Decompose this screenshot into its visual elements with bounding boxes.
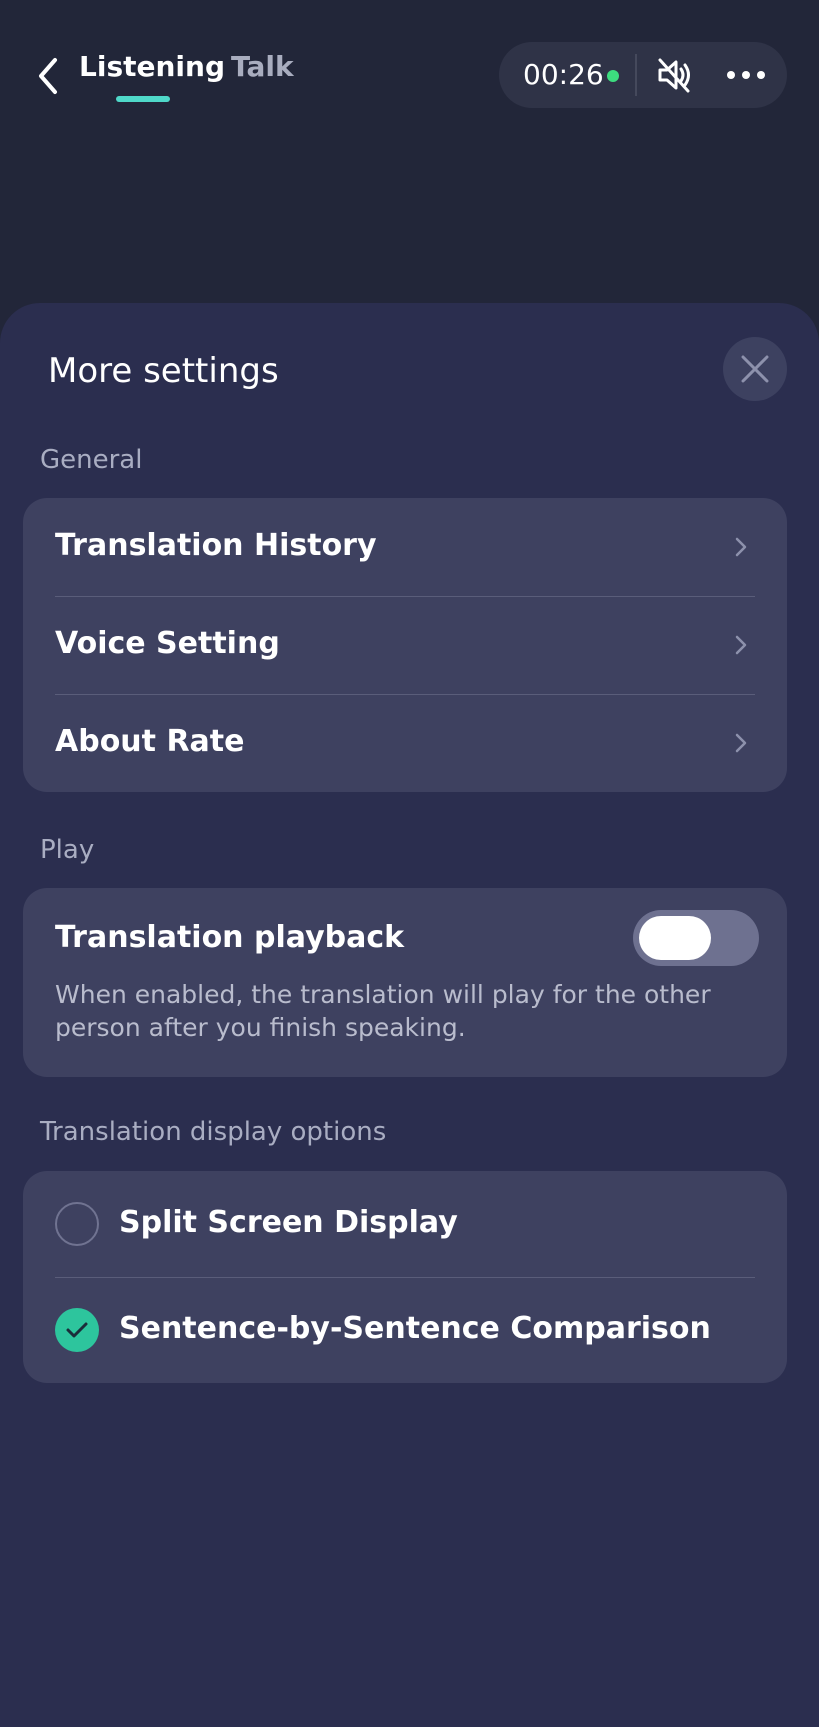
call-timer: 00:26 (523, 58, 604, 91)
row-label: Translation History (55, 528, 377, 563)
translation-playback-toggle[interactable] (633, 910, 759, 966)
more-settings-sheet: More settings General Translation Histor… (0, 303, 819, 1727)
close-icon (741, 355, 769, 383)
sentence-comparison-option[interactable]: Sentence-by-Sentence Comparison (23, 1277, 787, 1383)
speaker-muted-icon (658, 58, 690, 93)
active-tab-indicator (116, 96, 170, 102)
chevron-right-icon (735, 733, 747, 753)
section-label-play: Play (40, 835, 95, 865)
about-rate-item[interactable]: About Rate (23, 694, 787, 792)
back-button[interactable] (34, 56, 62, 96)
option-label: Split Screen Display (119, 1205, 458, 1240)
more-options-button[interactable] (721, 54, 771, 96)
row-label: About Rate (55, 724, 245, 759)
close-button[interactable] (723, 337, 787, 401)
more-horizontal-icon (727, 71, 765, 79)
translation-history-item[interactable]: Translation History (23, 498, 787, 596)
translation-playback-description: When enabled, the translation will play … (55, 980, 711, 1042)
section-label-display-options: Translation display options (40, 1117, 387, 1147)
sheet-title: More settings (48, 351, 279, 391)
chevron-left-icon (39, 58, 57, 94)
general-card: Translation History Voice Setting About … (23, 498, 787, 792)
recording-indicator (607, 70, 619, 82)
display-options-card: Split Screen Display Sentence-by-Sentenc… (23, 1171, 787, 1383)
toggle-knob (639, 916, 711, 960)
chevron-right-icon (735, 635, 747, 655)
mute-audio-button[interactable] (649, 54, 699, 96)
section-label-general: General (40, 445, 143, 475)
tab-listening[interactable]: Listening (79, 50, 225, 83)
radio-checked[interactable] (55, 1308, 99, 1352)
top-bar: Listening Talk 00:26 (0, 0, 819, 150)
translation-playback-title: Translation playback (55, 920, 405, 955)
row-label: Voice Setting (55, 626, 280, 661)
pill-divider (635, 54, 637, 96)
split-screen-option[interactable]: Split Screen Display (23, 1171, 787, 1277)
radio-unchecked[interactable] (55, 1202, 99, 1246)
play-card: Translation playback When enabled, the t… (23, 888, 787, 1077)
chevron-right-icon (735, 537, 747, 557)
voice-setting-item[interactable]: Voice Setting (23, 596, 787, 694)
call-status-pill: 00:26 (499, 42, 787, 108)
option-label: Sentence-by-Sentence Comparison (119, 1311, 711, 1346)
checkmark-icon (66, 1322, 88, 1338)
tab-talk[interactable]: Talk (231, 50, 294, 83)
